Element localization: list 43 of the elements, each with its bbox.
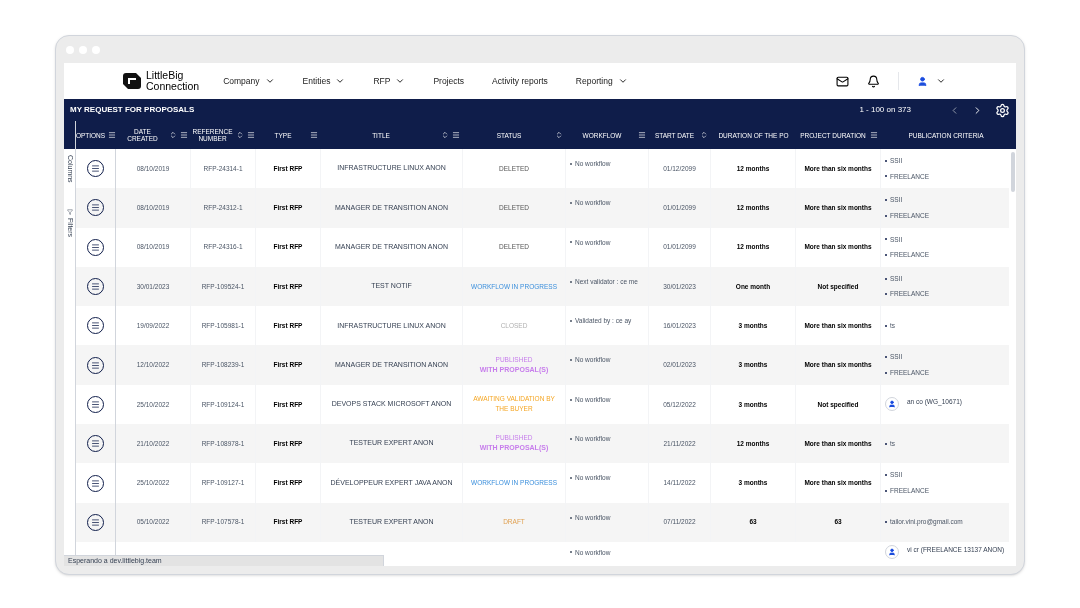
sort-icon[interactable]: [700, 131, 708, 139]
menu-icon: [91, 164, 100, 174]
user-icon[interactable]: [917, 75, 928, 87]
menu-icon: [91, 203, 100, 213]
filter-icon: [66, 208, 73, 215]
pagination-text: 1 - 100 on 373: [859, 104, 911, 116]
caret-icon[interactable]: [617, 76, 628, 86]
brand-name: Connection: [146, 81, 200, 92]
sort-icon[interactable]: [235, 131, 244, 139]
menu-icon: [91, 360, 100, 370]
mail-icon[interactable]: [836, 74, 849, 88]
column-menu-icon[interactable]: [310, 131, 318, 139]
column-menu-icon[interactable]: [452, 131, 460, 139]
sort-icon[interactable]: [169, 131, 177, 139]
sort-icon[interactable]: [555, 131, 563, 139]
page-title: MY REQUEST FOR PROPOSALS: [70, 104, 195, 116]
menu-icon: [91, 439, 100, 449]
nav-item[interactable]: Projects: [433, 74, 465, 88]
menu-icon: [91, 242, 100, 252]
column-menu-icon[interactable]: [870, 131, 878, 139]
caret-icon[interactable]: [335, 76, 346, 86]
menu-icon: [91, 478, 100, 488]
nav-item[interactable]: Entities: [302, 74, 331, 88]
sort-icon[interactable]: [441, 131, 449, 139]
nav-item[interactable]: Activity reports: [492, 74, 548, 88]
menu-icon: [91, 399, 100, 409]
nav-item[interactable]: Company: [223, 74, 260, 88]
menu-icon: [91, 517, 100, 527]
caret-icon[interactable]: [395, 76, 406, 86]
bell-icon[interactable]: [867, 74, 880, 88]
menu-icon: [91, 321, 100, 331]
column-menu-icon[interactable]: [246, 131, 255, 139]
caret-icon[interactable]: [936, 76, 946, 86]
column-menu-icon[interactable]: [180, 131, 188, 139]
settings-icon[interactable]: [995, 102, 1010, 118]
nav-item[interactable]: RFP: [373, 74, 391, 88]
nav-item[interactable]: Reporting: [575, 74, 613, 88]
logo-icon: [122, 72, 142, 90]
brand-name: LittleBig: [146, 70, 184, 81]
menu-icon: [91, 282, 100, 292]
caret-icon[interactable]: [264, 76, 275, 86]
column-menu-icon[interactable]: [638, 131, 646, 139]
column-menu-icon[interactable]: [108, 131, 117, 139]
